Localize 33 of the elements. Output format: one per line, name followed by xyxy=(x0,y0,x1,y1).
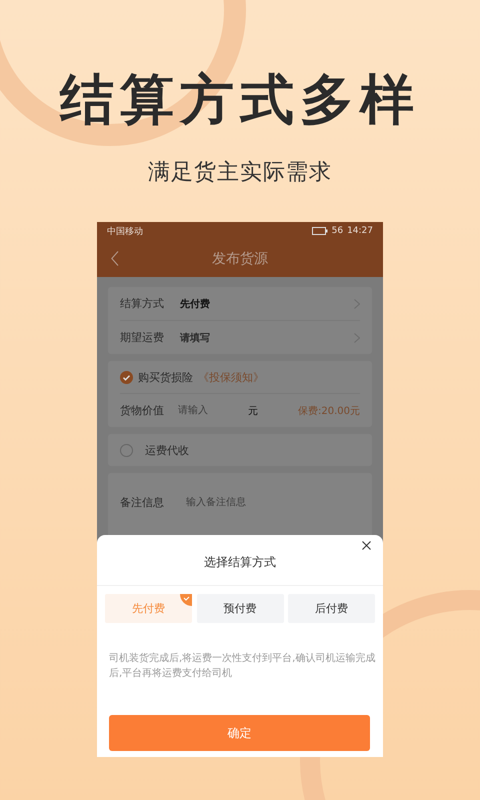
radio-circle-icon[interactable] xyxy=(120,444,133,456)
insurance-notice-link[interactable]: 《投保须知》 xyxy=(198,370,264,384)
subtitle: 满足货主实际需求 xyxy=(148,159,332,187)
cargo-value-input[interactable]: 请输入 xyxy=(178,405,248,416)
close-button[interactable] xyxy=(360,539,373,552)
checkbox-checked-icon[interactable] xyxy=(120,370,133,384)
page-title: 发布货源 xyxy=(212,250,268,268)
back-icon[interactable] xyxy=(111,251,119,266)
confirm-button[interactable]: 确定 xyxy=(109,715,370,751)
insurance-label: 购买货损险 xyxy=(138,370,193,384)
battery-level: 56 xyxy=(332,226,344,236)
field-label: 结算方式 xyxy=(120,296,165,311)
payment-option[interactable]: 预付费 xyxy=(196,594,284,623)
payment-option[interactable]: 先付费 xyxy=(105,594,192,623)
option-description: 司机装货完成后,将运费一次性支付到平台,确认司机运输完成后,平台再将运费支付给司机 xyxy=(109,652,376,681)
field-value: 先付费 xyxy=(180,298,211,310)
field-label: 备注信息 xyxy=(120,494,164,510)
clock-time: 14:27 xyxy=(347,226,373,236)
field-label: 期望运费 xyxy=(120,330,165,345)
battery-icon xyxy=(312,227,328,235)
field-value: 请填写 xyxy=(180,332,211,344)
unit-label: 元 xyxy=(248,404,259,418)
sheet-title: 选择结算方式 xyxy=(204,554,276,570)
check-corner-icon xyxy=(180,594,192,606)
insurance-fee: 保费:20.00元 xyxy=(298,404,360,418)
form-row[interactable]: 结算方式 先付费 xyxy=(120,287,360,321)
payment-option[interactable]: 后付费 xyxy=(288,594,375,623)
field-label: 货物价值 xyxy=(120,403,164,418)
close-icon xyxy=(362,541,371,550)
freight-collect-label: 运费代收 xyxy=(145,442,189,458)
headline: 结算方式多样 xyxy=(60,68,420,132)
form-row[interactable]: 期望运费 请填写 xyxy=(120,321,360,354)
carrier-name: 中国移动 xyxy=(107,226,143,238)
